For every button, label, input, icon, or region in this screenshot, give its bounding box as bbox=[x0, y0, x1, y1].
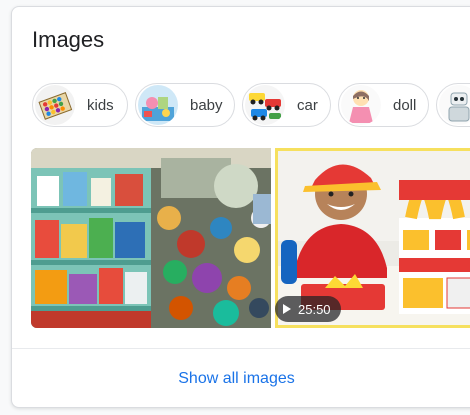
chip-doll[interactable]: doll bbox=[338, 83, 429, 127]
images-card: Images kids baby car doll 25:50 Show all… bbox=[11, 6, 470, 408]
chip-label: baby bbox=[190, 96, 223, 114]
video-duration-badge: 25:50 bbox=[275, 296, 341, 322]
robot-toy-thumbnail bbox=[439, 85, 470, 125]
baby-toys-thumbnail bbox=[138, 85, 178, 125]
kid-mcdonalds-playset-video[interactable]: 25:50 bbox=[275, 148, 470, 328]
toy-cars-thumbnail bbox=[245, 85, 285, 125]
chip-baby[interactable]: baby bbox=[135, 83, 235, 127]
chip-car[interactable]: car bbox=[242, 83, 331, 127]
chip-kids[interactable]: kids bbox=[32, 83, 128, 127]
doll-thumbnail bbox=[341, 85, 381, 125]
toy-store-shelves-image[interactable] bbox=[31, 148, 271, 328]
show-all-images-link[interactable]: Show all images bbox=[12, 349, 461, 407]
related-search-chips: kids baby car doll bbox=[32, 83, 470, 129]
toy-abacus-thumbnail bbox=[35, 85, 75, 125]
chip-label: car bbox=[297, 96, 318, 114]
video-duration: 25:50 bbox=[298, 301, 331, 317]
chip-label: kids bbox=[87, 96, 114, 114]
chip-robot[interactable] bbox=[436, 83, 470, 127]
image-results: 25:50 bbox=[31, 148, 470, 328]
play-icon bbox=[283, 304, 291, 314]
card-title: Images bbox=[32, 27, 105, 52]
chip-label: doll bbox=[393, 96, 417, 114]
